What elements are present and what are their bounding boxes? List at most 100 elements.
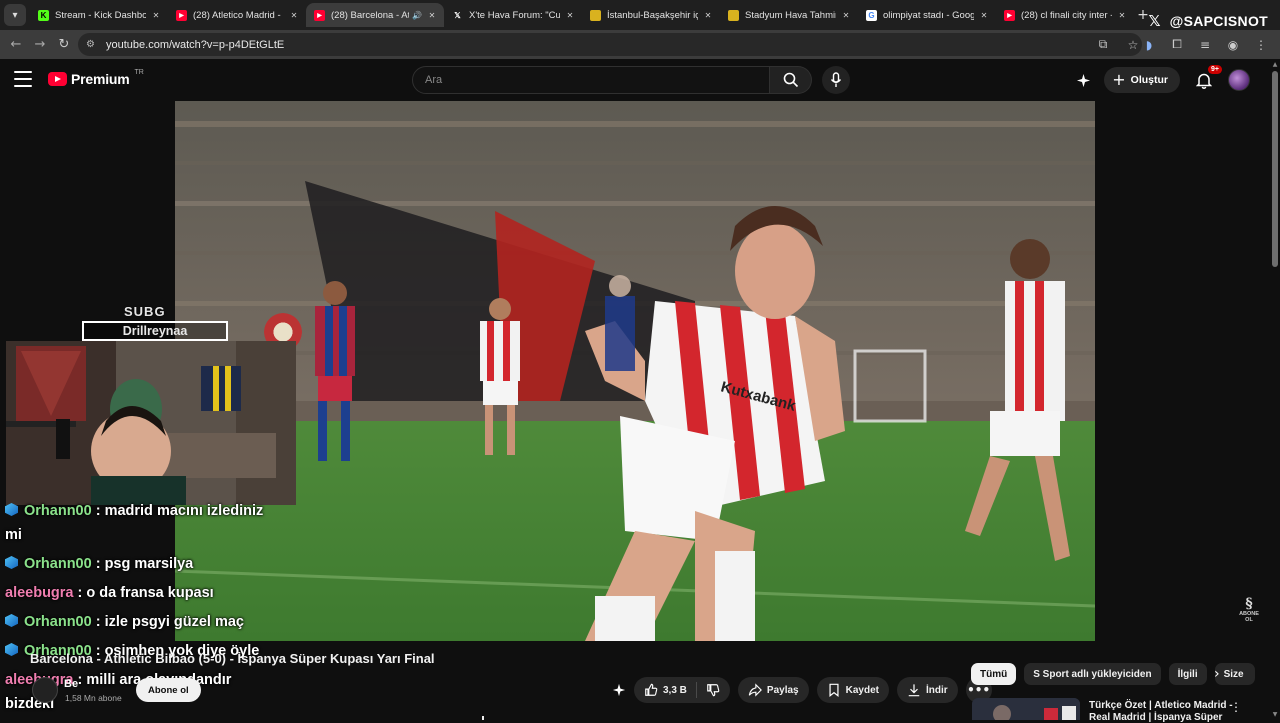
browser-menu-icon[interactable]: ⋮ (1252, 36, 1270, 54)
channel-avatar[interactable] (32, 677, 58, 703)
chat-username: Orhann00 (24, 614, 92, 630)
back-icon[interactable]: ← (6, 35, 26, 55)
filter-chip[interactable]: S Sport adlı yükleyiciden (1024, 663, 1161, 685)
tab-close-icon[interactable]: ✕ (426, 11, 438, 20)
tab-audio-icon[interactable]: 🔊 (412, 11, 422, 20)
tab-close-icon[interactable]: ✕ (978, 11, 990, 20)
chips-next-icon[interactable]: › (1214, 666, 1220, 682)
like-dislike-group: 3,3 B (634, 677, 730, 703)
share-button[interactable]: Paylaş (737, 677, 809, 703)
like-count[interactable]: 3,3 B (663, 685, 687, 696)
youtube-brand-label: Premium (71, 71, 130, 87)
browser-tab[interactable]: Golimpiyat stadı - Google' ✕ (858, 3, 996, 27)
thumbs-up-icon[interactable] (644, 683, 658, 697)
url-bar[interactable]: ⚙ youtube.com/watch?v=p-p4DEtGLtE (78, 33, 1142, 56)
page-scrollbar[interactable]: ▲ ▼ (1270, 59, 1280, 720)
media-control-icon[interactable]: ≡ (1196, 36, 1214, 54)
youtube-icon: ▶ (1004, 9, 1015, 21)
profile-icon[interactable]: ◉ (1224, 36, 1242, 54)
voice-search-button[interactable] (822, 66, 850, 94)
tab-title: X'te Hava Forum: "Cumar (469, 9, 560, 21)
tab-close-icon[interactable]: ✕ (840, 11, 852, 20)
filter-chip[interactable]: İlgili (1168, 663, 1207, 685)
download-icon (907, 683, 921, 697)
country-code: TR (134, 68, 144, 76)
video-player[interactable]: Kutxabank (175, 101, 1095, 641)
browser-tab[interactable]: 𝕏 X'te Hava Forum: "Cumar ✕ (444, 3, 582, 27)
tab-search-icon[interactable]: ▾ (4, 4, 26, 26)
browser-tab[interactable]: ▶ (28) Barcelona - Athle🔊 ✕ (306, 3, 444, 27)
chat-message: Orhann00 : madrid macını izlediniz (5, 503, 263, 519)
tab-close-icon[interactable]: ✕ (564, 11, 576, 20)
x-logo-icon: 𝕏 (1148, 12, 1161, 30)
recommended-menu-icon[interactable]: ⋮ (1230, 700, 1242, 714)
extensions-puzzle-icon[interactable]: ⧠ (1168, 36, 1186, 54)
sub-alert-name: Drillreynaa (82, 321, 228, 341)
progress-marker (482, 716, 484, 720)
search-icon (783, 72, 798, 88)
forward-icon[interactable]: → (30, 35, 50, 55)
browser-tab-strip: ▾ K Stream - Kick Dashboard ✕ ▶ (28) Atletic… (0, 0, 1280, 30)
notifications-button[interactable]: 9+ (1192, 65, 1222, 92)
tab-title: (28) Barcelona - Athle (331, 9, 410, 21)
browser-tab[interactable]: ▶ (28) cl finali city inter - Yo ✕ (996, 3, 1134, 27)
guide-menu-icon[interactable] (14, 71, 32, 87)
tabs-container: K Stream - Kick Dashboard ✕ ▶ (28) Atletico … (30, 3, 1134, 27)
download-button[interactable]: İndir (896, 677, 958, 703)
more-horizontal-icon: ••• (967, 683, 991, 697)
badge-cube-icon (5, 503, 18, 516)
tab-close-icon[interactable]: ✕ (150, 11, 162, 20)
browser-tab[interactable]: K Stream - Kick Dashboard ✕ (30, 3, 168, 27)
subscribe-button[interactable]: Abone ol (136, 678, 201, 702)
subscriber-count: 1,58 Mn abone (65, 693, 122, 703)
badge-cube-icon (5, 556, 18, 569)
corner-logo-icon: § (1245, 596, 1253, 612)
video-progress-indicator (0, 716, 1270, 720)
share-icon (748, 683, 762, 697)
reload-icon[interactable]: ↻ (54, 35, 74, 55)
chat-message: aleebugra : o da fransa kupası (5, 585, 214, 601)
address-bar-row: ← → ↻ ⚙ youtube.com/watch?v=p-p4DEtGLtE … (0, 30, 1280, 59)
chat-message: Orhann00 : izle psgyi güzel maç (5, 614, 244, 630)
browser-tab[interactable]: ▶ (28) Atletico Madrid - Re ✕ (168, 3, 306, 27)
save-button[interactable]: Kaydet (816, 677, 889, 703)
notification-count-badge: 9+ (1208, 65, 1222, 74)
save-label: Kaydet (845, 684, 879, 696)
scroll-down-icon[interactable]: ▼ (1271, 711, 1279, 718)
plus-icon: + (1112, 70, 1126, 89)
kick-icon: K (38, 9, 49, 21)
channel-name[interactable]: Be (64, 678, 78, 690)
thumbs-down-icon[interactable] (706, 683, 720, 697)
extension-sound-icon[interactable]: ◗ (1140, 36, 1158, 54)
filter-chip[interactable]: Tümü (971, 663, 1017, 685)
abone-ol-corner-logo: § ABONE OL (1236, 597, 1262, 623)
badge-cube-icon (5, 614, 18, 627)
search-input[interactable]: Ara (412, 66, 770, 94)
account-avatar[interactable] (1228, 69, 1250, 91)
tab-close-icon[interactable]: ✕ (288, 11, 300, 20)
ai-sparkle-icon[interactable] (1074, 71, 1092, 89)
tab-title: Stadyum Hava Tahmini - (745, 9, 836, 21)
browser-tab[interactable]: İstanbul-Başakşehir için a ✕ (582, 3, 720, 27)
tab-title: (28) Atletico Madrid - Re (193, 9, 284, 21)
filter-chip[interactable]: Size (1214, 663, 1255, 685)
install-app-icon[interactable]: ⧉ (1094, 36, 1112, 54)
site-info-icon[interactable]: ⚙ (86, 39, 100, 50)
ai-sparkle-action-icon[interactable] (612, 683, 626, 697)
video-title: Barcelona - Athletic Bilbao (5-0) - İspa… (30, 651, 435, 666)
chat-message: mi (5, 527, 22, 543)
tab-close-icon[interactable]: ✕ (1116, 11, 1128, 20)
related-filter-chips: Tümü S Sport adlı yükleyiciden İlgili Size (971, 663, 1255, 685)
chat-text: : izle psgyi güzel maç (91, 614, 244, 630)
create-label: Oluştur (1130, 74, 1168, 86)
watermark-handle: @SAPCISNOT (1169, 13, 1268, 29)
scroll-up-icon[interactable]: ▲ (1271, 61, 1279, 68)
search-button[interactable] (770, 66, 812, 94)
browser-tab[interactable]: Stadyum Hava Tahmini - ✕ (720, 3, 858, 27)
shield-icon (728, 9, 739, 21)
scrollbar-thumb[interactable] (1272, 71, 1278, 267)
youtube-logo[interactable]: Premium TR (48, 68, 144, 87)
tab-close-icon[interactable]: ✕ (702, 11, 714, 20)
search-placeholder: Ara (425, 74, 443, 86)
create-button[interactable]: + Oluştur (1104, 67, 1180, 93)
